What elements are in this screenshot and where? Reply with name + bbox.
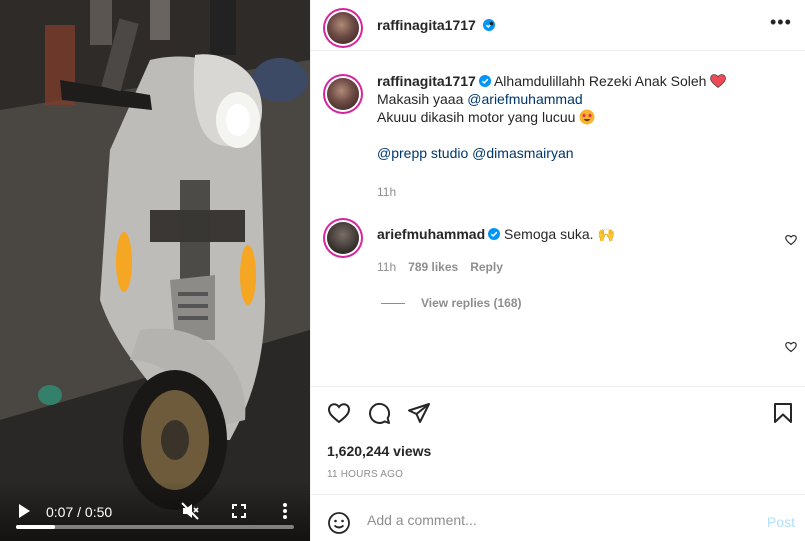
caption-line-1: Alhamdulillahh Rezeki Anak Soleh [493, 73, 707, 89]
author-username-line: raffinagita1717 [377, 17, 495, 33]
post-header: raffinagita1717 • ••• [311, 0, 805, 51]
video-progress-bar[interactable] [16, 525, 294, 529]
comment-author-avatar[interactable] [327, 222, 359, 254]
comment-like-heart-icon[interactable] [785, 341, 797, 353]
more-options-icon[interactable]: ••• [770, 13, 791, 34]
video-player[interactable]: 0:07 / 0:50 [0, 0, 310, 541]
video-controls-bar: 0:07 / 0:50 [0, 481, 310, 541]
author-username[interactable]: raffinagita1717 [377, 17, 476, 33]
paper-plane-icon[interactable] [407, 401, 431, 425]
heart-outline-icon[interactable] [327, 401, 351, 425]
add-comment-input[interactable] [367, 505, 737, 535]
speech-bubble-icon[interactable] [367, 401, 391, 425]
muted-speaker-icon[interactable] [180, 501, 200, 521]
comment-meta: 11h 789 likes Reply [377, 260, 503, 274]
view-replies-button[interactable]: View replies (168) [381, 296, 522, 310]
caption-body: raffinagita1717 Alhamdulillahh Rezeki An… [377, 72, 787, 162]
post-timestamp[interactable]: 11 HOURS AGO [327, 469, 403, 480]
mention-link-preppstudio[interactable]: @prepp studio [377, 145, 468, 161]
video-time: 0:07 / 0:50 [46, 504, 113, 520]
caption-line-3: Akuuu dikasih motor yang lucuu [377, 109, 576, 125]
post-detail-panel: raffinagita1717 • ••• raffinagita1717 Al… [310, 0, 805, 541]
post-comment-button[interactable]: Post [767, 514, 795, 530]
video-progress-fill [16, 525, 55, 529]
comment-reply-button[interactable]: Reply [470, 260, 503, 274]
view-replies-label: View replies (168) [421, 296, 522, 310]
caption-author-avatar[interactable] [327, 78, 359, 110]
star-struck-emoji-icon [579, 109, 595, 125]
play-icon[interactable] [14, 501, 34, 521]
video-frame-scooter [0, 0, 310, 541]
caption-author-username[interactable]: raffinagita1717 [377, 73, 476, 89]
raised-hands-emoji: 🙌 [597, 226, 615, 242]
comment-text: Semoga suka. [504, 226, 594, 242]
author-avatar[interactable] [327, 12, 359, 44]
view-replies-divider [381, 302, 405, 304]
verified-badge-icon [488, 228, 501, 240]
mention-link-dimasmairyan[interactable]: @dimasmairyan [472, 145, 573, 161]
header-separator-dot: • [489, 15, 494, 31]
post-actions: 1,620,244 views 11 HOURS AGO [311, 386, 805, 494]
fullscreen-icon[interactable] [229, 501, 249, 521]
comments-section: raffinagita1717 Alhamdulillahh Rezeki An… [311, 52, 805, 386]
verified-badge-icon [478, 75, 491, 87]
caption-timestamp[interactable]: 11h [377, 185, 396, 199]
comment-timestamp[interactable]: 11h [377, 260, 396, 274]
views-count[interactable]: 1,620,244 views [327, 443, 431, 459]
bookmark-icon[interactable] [771, 401, 795, 425]
red-heart-emoji-icon [710, 74, 727, 88]
caption-line-2-prefix: Makasih yaaa [377, 91, 464, 107]
comment-body: ariefmuhammad Semoga suka. 🙌 [377, 226, 615, 243]
vertical-dots-icon[interactable] [277, 501, 293, 521]
comment-author-username[interactable]: ariefmuhammad [377, 226, 485, 242]
comment-like-heart-icon[interactable] [785, 234, 797, 246]
mention-link-ariefmuhammad[interactable]: @ariefmuhammad [467, 91, 582, 107]
add-comment-bar: Post [311, 494, 805, 541]
smiley-icon[interactable] [327, 511, 351, 535]
comment-likes-count[interactable]: 789 likes [408, 260, 458, 274]
